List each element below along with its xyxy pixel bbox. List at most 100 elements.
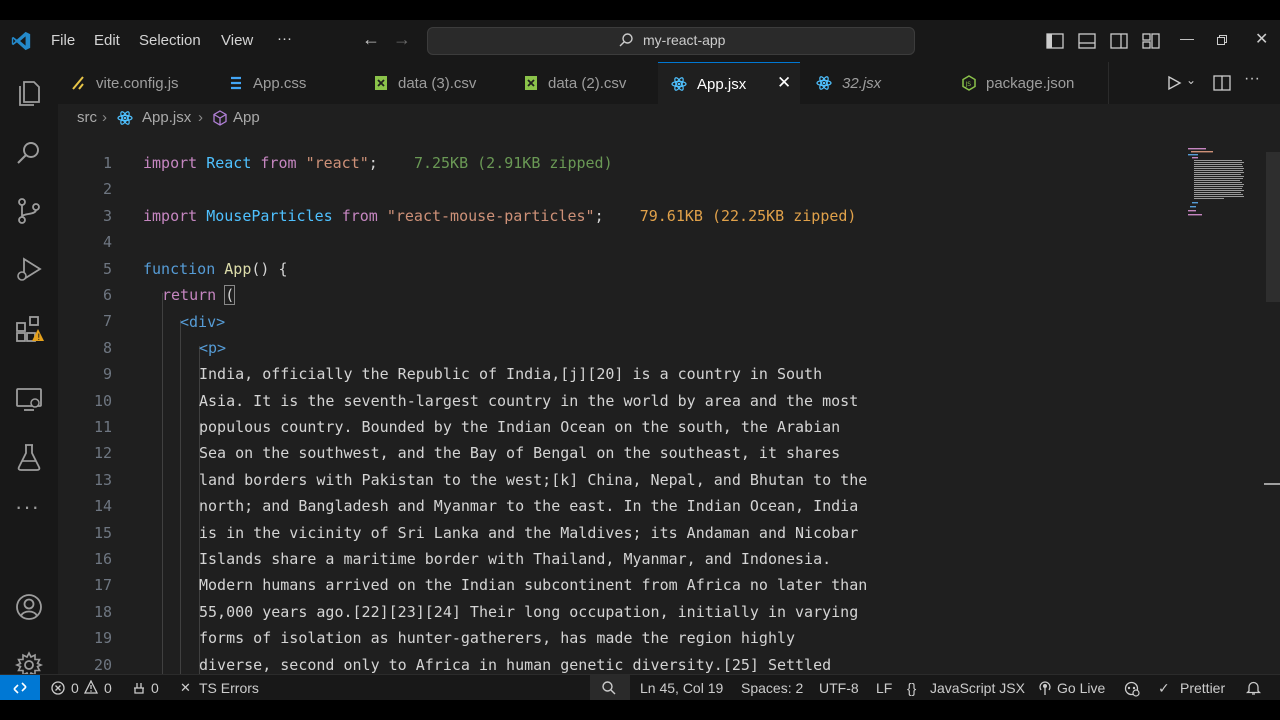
breadcrumb-symbol[interactable]: App [233,109,260,126]
menu-file[interactable]: File [51,32,75,49]
go-live-button[interactable]: Go Live [1057,680,1105,696]
code-text-line: is in the vicinity of Sri Lanka and the … [199,523,859,542]
search-sidebar-icon[interactable] [14,138,44,168]
run-file-icon[interactable] [1166,75,1182,91]
explorer-icon[interactable] [14,78,44,108]
menu-more[interactable]: ··· [277,30,292,47]
tab-data-3-csv[interactable]: data (3).csv [358,62,509,104]
indentation[interactable]: Spaces: 2 [741,680,803,696]
code-text-line: Islands share a maritime border with Tha… [199,550,832,568]
line-number: 18 [93,602,112,621]
import-cost-label: 79.61KB (22.25KB zipped) [639,207,857,225]
breadcrumb: src › App.jsx › App [58,104,1280,132]
tab-data-2-csv[interactable]: data (2).csv [508,62,659,104]
toggle-panel-icon[interactable] [1078,32,1096,50]
ports-icon [134,683,144,694]
editor-more-actions-icon[interactable]: ··· [1244,70,1260,88]
breadcrumb-folder[interactable]: src [77,109,97,126]
import-cost-label: 7.25KB (2.91KB zipped) [413,154,613,172]
zoom-button[interactable] [590,675,630,700]
scrollbar-cursor-marker [1264,483,1280,485]
line-number: 16 [93,550,112,568]
zoom-icon [602,681,616,695]
indent-guide [162,293,163,693]
code-line-7: <div> [180,313,226,331]
back-arrow-icon[interactable]: ← [362,29,380,50]
indent-guide [180,320,181,694]
react-icon [117,111,133,125]
tab-label: App.jsx [697,76,747,93]
copilot-icon[interactable] [1123,680,1140,697]
prettier-button[interactable]: Prettier [1180,680,1225,696]
remote-indicator[interactable] [0,675,40,700]
activity-bar: ! ··· [0,62,59,694]
vscode-window: File Edit Selection View ··· ← → my-reac… [0,20,1280,700]
run-dropdown-chevron-icon[interactable]: ⌄ [1186,73,1196,87]
line-number: 6 [102,286,112,304]
code-text-line: Asia. It is the seventh-largest country … [199,391,859,410]
code-text-line: north; and Bangladesh and Myanmar to the… [199,497,859,516]
accounts-icon[interactable] [14,592,44,622]
ts-errors-button[interactable]: TS Errors [199,680,259,696]
search-text: my-react-app [643,32,726,48]
error-count[interactable]: 0 [71,680,79,696]
menu-selection[interactable]: Selection [139,32,201,49]
command-center-search[interactable]: my-react-app [427,27,915,55]
language-mode[interactable]: JavaScript JSX [930,680,1025,696]
breadcrumb-file[interactable]: App.jsx [142,109,191,126]
tab-app-css[interactable]: App.css [208,62,359,104]
code-line-3: import MouseParticles from "react-mouse-… [143,207,857,225]
tab-package-json[interactable]: JS package.json [946,62,1109,104]
minimize-icon[interactable]: — [1180,30,1194,46]
code-text-line: 55,000 years ago.[22][23][24] Their long… [199,602,859,621]
menu-view[interactable]: View [221,32,253,49]
code-editor[interactable]: 123456789101112131415161718192021 import… [58,132,1280,694]
more-views-icon[interactable]: ··· [15,494,40,520]
ports-count[interactable]: 0 [151,680,159,696]
tab-app-jsx[interactable]: App.jsx ✕ [658,62,801,104]
remote-explorer-icon[interactable] [14,384,44,414]
source-control-icon[interactable] [14,196,44,226]
tab-label: 32.jsx [842,75,882,92]
run-debug-icon[interactable] [14,254,44,284]
toggle-primary-sidebar-icon[interactable] [1046,32,1064,50]
close-window-icon[interactable]: ✕ [1255,29,1268,49]
status-bar: 0 0 0 ✕ TS Errors Ln 45, Col 19 Spaces: … [0,674,1280,700]
svg-text:!: ! [37,333,41,343]
line-number: 9 [102,365,112,384]
testing-icon[interactable] [14,442,44,472]
forward-arrow-icon[interactable]: → [393,29,411,50]
line-ending[interactable]: LF [876,680,892,696]
line-number: 14 [93,497,112,516]
checkmark-icon: ✓ [1158,680,1170,696]
css-file-icon [231,76,241,90]
line-number: 8 [102,338,112,357]
error-icon [51,681,65,695]
split-editor-icon[interactable] [1213,74,1231,92]
react-icon [816,76,832,90]
csv-file-icon [375,76,387,90]
code-line-8: <p> [199,339,227,357]
search-icon [619,33,633,47]
cursor-position[interactable]: Ln 45, Col 19 [640,680,723,696]
warning-icon [84,680,98,694]
tab-32-jsx[interactable]: 32.jsx [800,62,947,104]
encoding[interactable]: UTF-8 [819,680,859,696]
line-number: 13 [93,470,112,489]
close-tab-icon[interactable]: ✕ [777,73,791,93]
extensions-icon[interactable]: ! [14,314,44,344]
toggle-secondary-sidebar-icon[interactable] [1110,32,1128,50]
notifications-bell-icon[interactable] [1246,680,1261,696]
tab-vite-config[interactable]: vite.config.js [58,62,209,104]
minimap[interactable] [1188,148,1248,228]
menu-edit[interactable]: Edit [94,32,120,49]
line-number: 1 [102,154,112,172]
js-file-icon [72,76,84,90]
remote-icon [13,682,27,694]
restore-icon[interactable] [1217,35,1227,45]
warning-count[interactable]: 0 [104,680,112,696]
customize-layout-icon[interactable] [1142,32,1160,50]
chevron-right-icon: › [102,109,107,126]
vertical-scrollbar[interactable] [1266,152,1280,302]
code-line-5: function App() { [143,260,288,278]
